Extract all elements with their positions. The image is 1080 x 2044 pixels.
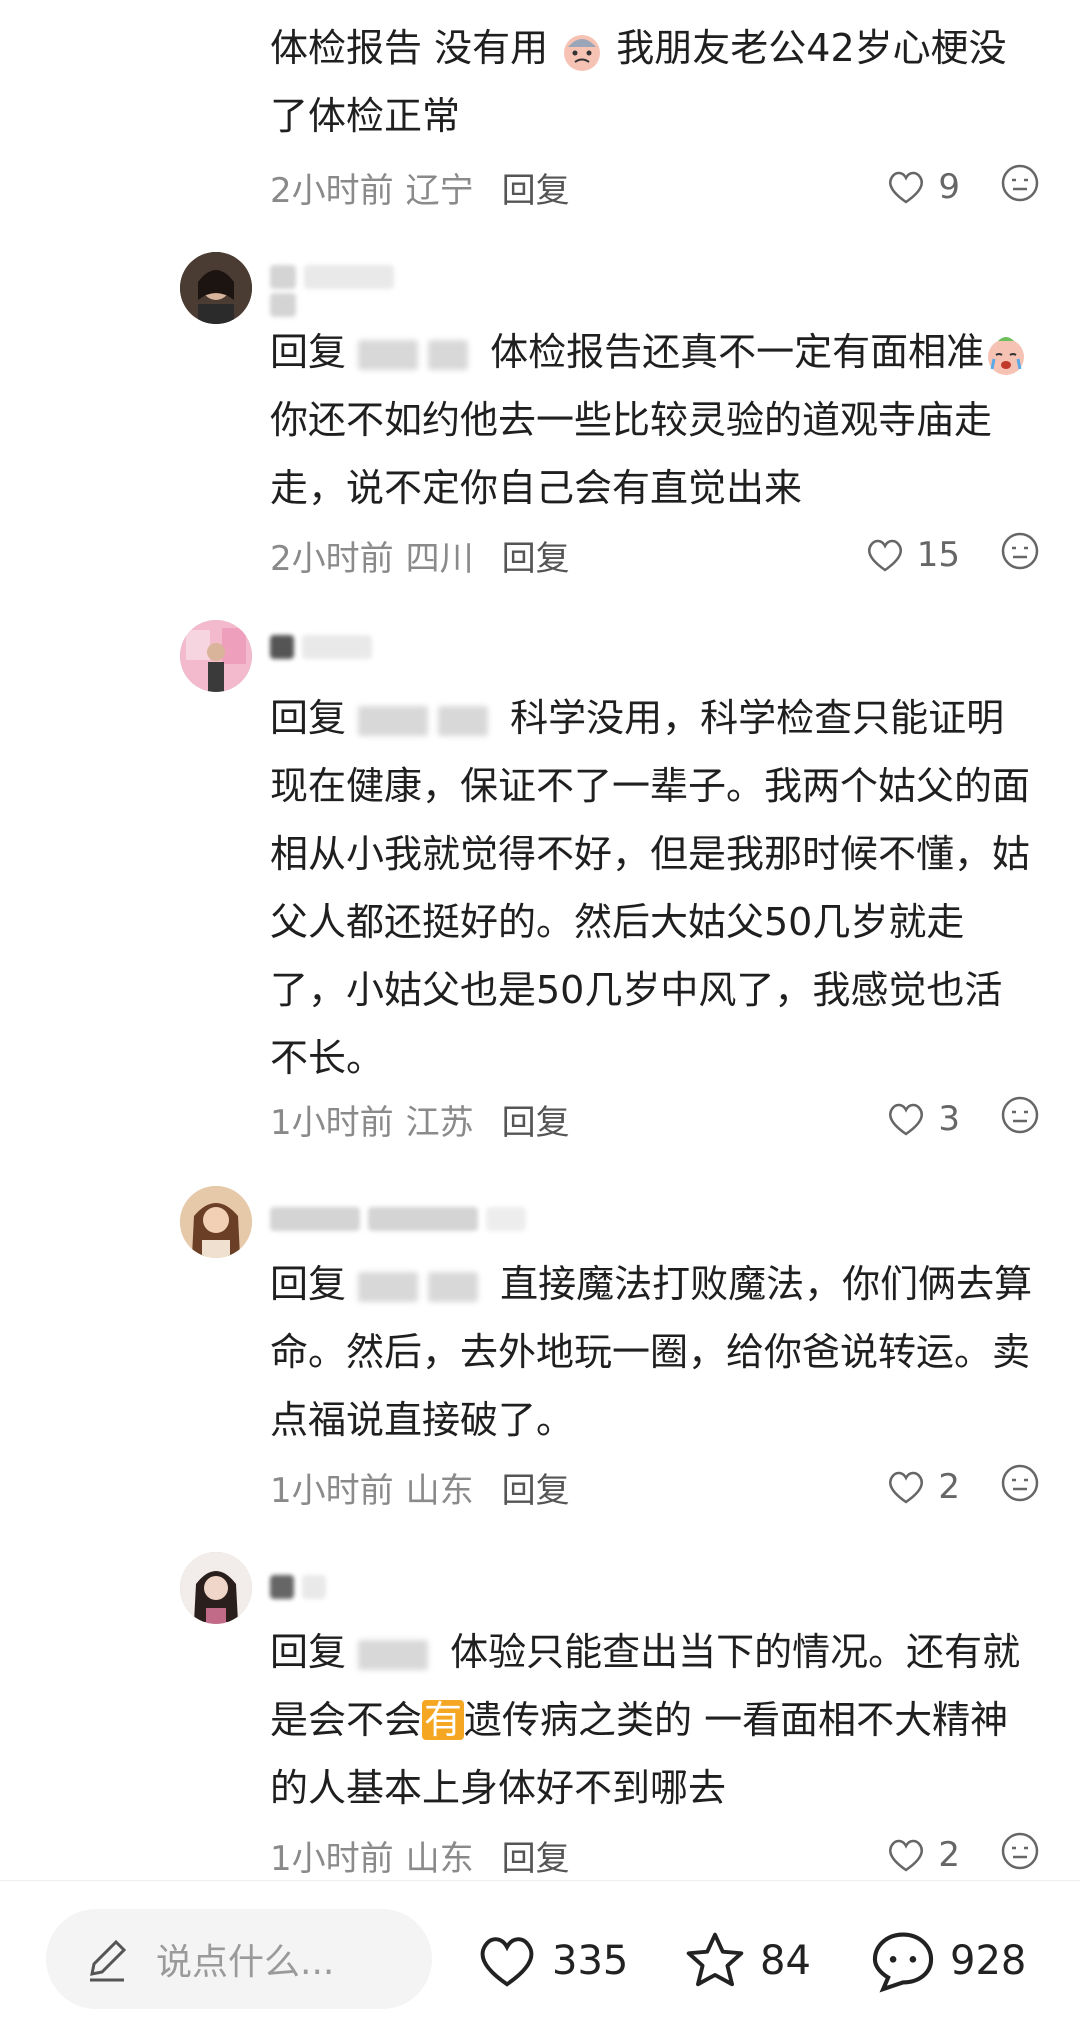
- reply-button[interactable]: 回复: [502, 1831, 570, 1880]
- reply-prefix: 回复: [270, 330, 347, 374]
- timestamp: 2小时前: [270, 170, 394, 211]
- highlighted-char: 有: [422, 1698, 465, 1742]
- like-button[interactable]: 15: [865, 535, 960, 575]
- mention-mask: [428, 339, 469, 370]
- mention-mask: [428, 1271, 479, 1302]
- like-post-button[interactable]: 335: [476, 1921, 628, 2001]
- location: 山东: [405, 1838, 474, 1879]
- comment-body: 回复 直接魔法打败魔法，你们俩去算命。然后，去外地玩一圈，给你爸说转运。卖点福说…: [270, 1250, 1040, 1454]
- pen-icon: [90, 1939, 127, 1982]
- heart-icon: [867, 539, 902, 572]
- reply-button[interactable]: 回复: [502, 1095, 570, 1144]
- comment-input[interactable]: 说点什么...: [46, 1909, 432, 2009]
- favorite-button[interactable]: 84: [684, 1921, 811, 2001]
- like-button[interactable]: 9: [886, 167, 960, 207]
- crying-face-emoji-icon: [564, 34, 601, 71]
- username[interactable]: [270, 262, 394, 292]
- heart-icon: [480, 1937, 534, 1987]
- like-count: 3: [938, 1099, 960, 1139]
- react-emoji-icon[interactable]: [1000, 163, 1040, 212]
- mention-mask: [358, 1271, 419, 1302]
- mention-mask: [358, 705, 429, 736]
- reply-prefix: 回复: [270, 696, 347, 740]
- favorites-count: 84: [760, 1938, 811, 1984]
- timestamp: 2小时前: [270, 538, 394, 579]
- comment-meta: 1小时前 山东 回复 2: [270, 1830, 1040, 1880]
- heart-icon: [889, 1103, 924, 1136]
- reply-prefix: 回复: [270, 1630, 347, 1674]
- comment-body: 体检报告 没有用 我朋友老公42岁心梗没了体检正常: [270, 14, 1040, 150]
- heart-icon: [889, 1471, 924, 1504]
- like-button[interactable]: 3: [886, 1099, 960, 1139]
- heart-icon: [889, 171, 924, 204]
- comment-meta: 2小时前 四川 回复 15: [270, 530, 1040, 580]
- username-blur: [270, 290, 296, 320]
- comment-body: 回复 科学没用，科学检查只能证明现在健康，保证不了一辈子。我两个姑父的面相从小我…: [270, 684, 1040, 1092]
- reply-button[interactable]: 回复: [502, 531, 570, 580]
- reply-prefix: 回复: [270, 1262, 347, 1306]
- bottom-action-bar: 说点什么... 335 84 928: [0, 1880, 1080, 2044]
- mention-mask: [438, 705, 489, 736]
- comments-count: 928: [950, 1938, 1027, 1984]
- avatar[interactable]: [180, 1552, 252, 1624]
- chat-bubble-icon: [872, 1932, 934, 1993]
- timestamp: 1小时前: [270, 1470, 394, 1511]
- avatar[interactable]: [180, 1186, 252, 1258]
- mention-mask: [358, 339, 419, 370]
- likes-count: 335: [552, 1938, 629, 1984]
- comment-meta: 1小时前 山东 回复 2: [270, 1462, 1040, 1512]
- like-button[interactable]: 2: [886, 1467, 960, 1507]
- like-count: 9: [938, 167, 960, 207]
- star-icon: [686, 1932, 744, 1987]
- like-button[interactable]: 2: [886, 1835, 960, 1875]
- username[interactable]: [270, 1572, 326, 1602]
- location: 山东: [405, 1470, 474, 1511]
- comment-text: 体检报告还真不一定有面相准: [490, 330, 985, 374]
- location: 辽宁: [405, 170, 474, 211]
- react-emoji-icon[interactable]: [1000, 1463, 1040, 1512]
- crying-face-emoji-icon: [988, 336, 1025, 375]
- mention-mask: [358, 1639, 429, 1670]
- username[interactable]: [270, 632, 372, 662]
- comment-text: 你还不如约他去一些比较灵验的道观寺庙走走，说不定你自己会有直觉出来: [270, 398, 993, 510]
- comment-text: 体检报告 没有用: [270, 26, 549, 70]
- comment-meta: 2小时前 辽宁 回复 9: [270, 162, 1040, 212]
- timestamp: 1小时前: [270, 1838, 394, 1879]
- comment-text: 科学没用，科学检查只能证明现在健康，保证不了一辈子。我两个姑父的面相从小我就觉得…: [270, 696, 1031, 1080]
- comment-body: 回复 体检报告还真不一定有面相准 你还不如约他去一些比较灵验的道观寺庙走走，说不…: [270, 318, 1040, 522]
- like-count: 2: [938, 1835, 960, 1875]
- comment-meta: 1小时前 江苏 回复 3: [270, 1094, 1040, 1144]
- reply-button[interactable]: 回复: [502, 163, 570, 212]
- comments-button[interactable]: 928: [870, 1921, 1026, 2001]
- comment-body: 回复 体验只能查出当下的情况。还有就是会不会有遗传病之类的 一看面相不大精神的人…: [270, 1618, 1040, 1822]
- avatar[interactable]: [180, 252, 252, 324]
- react-emoji-icon[interactable]: [1000, 531, 1040, 580]
- location: 四川: [405, 538, 474, 579]
- avatar[interactable]: [180, 620, 252, 692]
- like-count: 15: [916, 535, 960, 575]
- react-emoji-icon[interactable]: [1000, 1831, 1040, 1880]
- input-placeholder: 说点什么...: [156, 1942, 335, 1983]
- reply-button[interactable]: 回复: [502, 1463, 570, 1512]
- react-emoji-icon[interactable]: [1000, 1095, 1040, 1144]
- heart-icon: [889, 1839, 924, 1872]
- location: 江苏: [405, 1102, 474, 1143]
- like-count: 2: [938, 1467, 960, 1507]
- timestamp: 1小时前: [270, 1102, 394, 1143]
- username[interactable]: [270, 1204, 526, 1234]
